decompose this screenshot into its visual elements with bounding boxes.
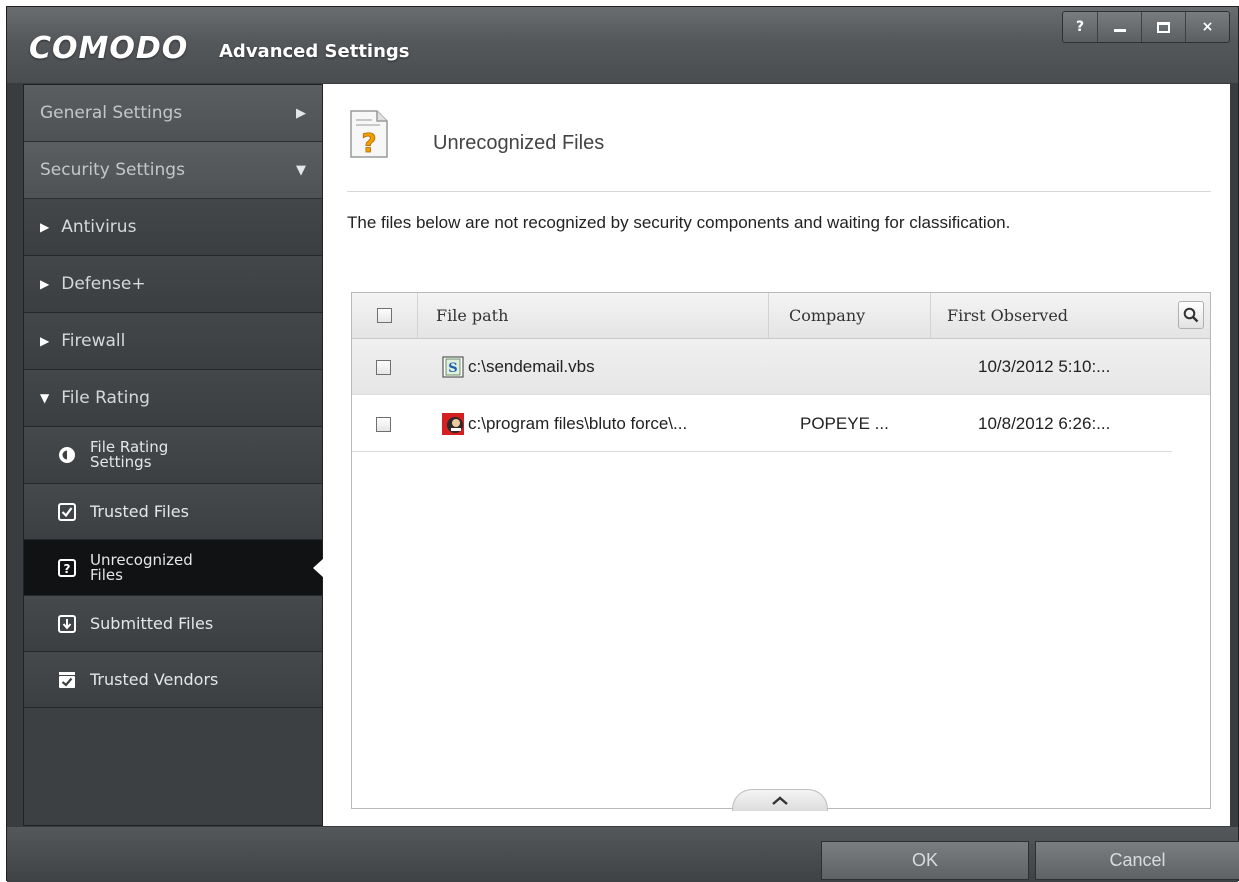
row-checkbox-cell — [376, 339, 391, 395]
row-checkbox[interactable] — [376, 416, 391, 432]
sidebar-item-antivirus[interactable]: ▶ Antivirus — [24, 199, 322, 256]
sidebar-item-general-settings[interactable]: General Settings ▶ — [24, 85, 322, 142]
unrecognized-file-icon: ? — [349, 110, 389, 159]
help-icon: ? — [1075, 19, 1085, 35]
collapse-panel-button[interactable] — [732, 789, 828, 811]
sidebar-item-label: Firewall — [61, 331, 126, 351]
sidebar-item-file-rating-settings[interactable]: File Rating Settings — [24, 427, 322, 484]
column-header-first-observed[interactable]: First Observed — [931, 293, 1161, 338]
comodo-logo: COMODO — [29, 31, 189, 66]
close-button[interactable]: × — [1185, 12, 1229, 42]
window-title: Advanced Settings — [219, 41, 410, 62]
table-header: File path Company First Observed — [352, 293, 1210, 339]
sidebar-item-label: General Settings — [40, 103, 183, 123]
sidebar-item-label: Unrecognized Files — [90, 550, 193, 584]
sidebar-item-label: Antivirus — [61, 217, 137, 237]
sidebar-item-unrecognized-files[interactable]: ? Unrecognized Files — [24, 540, 324, 596]
expand-arrow-icon: ▶ — [40, 277, 50, 291]
first-observed-cell: 10/3/2012 5:10:... — [978, 357, 1111, 376]
arrow-down-icon: ▼ — [296, 162, 306, 178]
sidebar-item-label: Trusted Vendors — [90, 670, 219, 689]
row-checkbox-cell — [376, 396, 391, 452]
sidebar-item-submitted-files[interactable]: Submitted Files — [24, 596, 322, 652]
page-title: Unrecognized Files — [433, 132, 605, 154]
maximize-button[interactable] — [1141, 12, 1185, 42]
application-file-icon — [442, 413, 464, 435]
arrow-right-icon: ▶ — [296, 105, 306, 121]
company-cell: POPEYE ... — [800, 414, 889, 433]
search-button[interactable] — [1178, 301, 1204, 329]
sidebar-item-label: Submitted Files — [90, 614, 214, 633]
cancel-button[interactable]: Cancel — [1035, 841, 1239, 880]
sidebar-item-firewall[interactable]: ▶ Firewall — [24, 313, 322, 370]
sidebar-item-label: Trusted Files — [90, 502, 189, 521]
minimize-button[interactable] — [1097, 12, 1141, 42]
column-header-company[interactable]: Company — [769, 293, 931, 338]
sidebar-item-label: Security Settings — [40, 160, 185, 180]
minimize-icon — [1113, 28, 1126, 32]
download-document-icon — [58, 614, 76, 633]
close-icon: × — [1201, 19, 1214, 35]
page-description: The files below are not recognized by se… — [347, 213, 1011, 232]
sidebar-item-trusted-files[interactable]: Trusted Files — [24, 484, 322, 540]
table-row[interactable]: c:\program files\bluto force\... POPEYE … — [352, 396, 1172, 452]
vendor-check-icon — [58, 671, 76, 689]
checked-document-icon — [58, 502, 76, 521]
sidebar-item-file-rating[interactable]: ▼ File Rating — [24, 370, 322, 427]
main-panel: ? Unrecognized Files The files below are… — [323, 84, 1230, 826]
svg-text:?: ? — [64, 562, 71, 576]
unrecognized-files-table: File path Company First Observed S c:\se… — [351, 292, 1211, 811]
script-file-icon: S — [442, 356, 464, 378]
file-path-cell: c:\program files\bluto force\... — [442, 396, 687, 452]
question-document-icon: ? — [58, 558, 76, 577]
expand-arrow-icon: ▶ — [40, 220, 50, 234]
select-all-cell — [352, 293, 418, 338]
svg-text:S: S — [448, 361, 457, 376]
sidebar-item-label: Defense+ — [61, 274, 146, 294]
sidebar: General Settings ▶ Security Settings ▼ ▶… — [23, 84, 324, 826]
settings-circle-icon — [58, 446, 76, 464]
file-path-cell: S c:\sendemail.vbs — [442, 339, 595, 395]
search-icon — [1183, 307, 1199, 323]
title-bar[interactable]: COMODO Advanced Settings ? × — [7, 7, 1238, 83]
expand-arrow-icon: ▶ — [40, 334, 50, 348]
row-checkbox[interactable] — [376, 359, 391, 375]
footer-bar: OK Cancel — [7, 827, 1239, 882]
maximize-icon — [1157, 21, 1170, 33]
window-controls: ? × — [1062, 11, 1230, 43]
table-row[interactable]: S c:\sendemail.vbs 10/3/2012 5:10:... — [352, 339, 1210, 395]
sidebar-item-label: File Rating Settings — [90, 438, 169, 471]
column-header-file-path[interactable]: File path — [418, 293, 769, 338]
sidebar-item-label: File Rating — [61, 388, 150, 408]
chevron-up-icon — [772, 795, 788, 805]
file-path: c:\sendemail.vbs — [468, 357, 595, 376]
sidebar-item-trusted-vendors[interactable]: Trusted Vendors — [24, 652, 322, 708]
sidebar-item-defense-plus[interactable]: ▶ Defense+ — [24, 256, 322, 313]
help-button[interactable]: ? — [1063, 12, 1097, 42]
first-observed-cell: 10/8/2012 6:26:... — [978, 414, 1111, 433]
title-divider — [347, 191, 1211, 192]
svg-text:?: ? — [361, 129, 376, 158]
advanced-settings-window: COMODO Advanced Settings ? × General Set… — [6, 6, 1239, 882]
sidebar-item-security-settings[interactable]: Security Settings ▼ — [24, 142, 322, 199]
file-path: c:\program files\bluto force\... — [468, 414, 688, 433]
ok-button[interactable]: OK — [821, 841, 1029, 880]
collapse-arrow-icon: ▼ — [40, 391, 50, 405]
select-all-checkbox[interactable] — [377, 308, 392, 323]
